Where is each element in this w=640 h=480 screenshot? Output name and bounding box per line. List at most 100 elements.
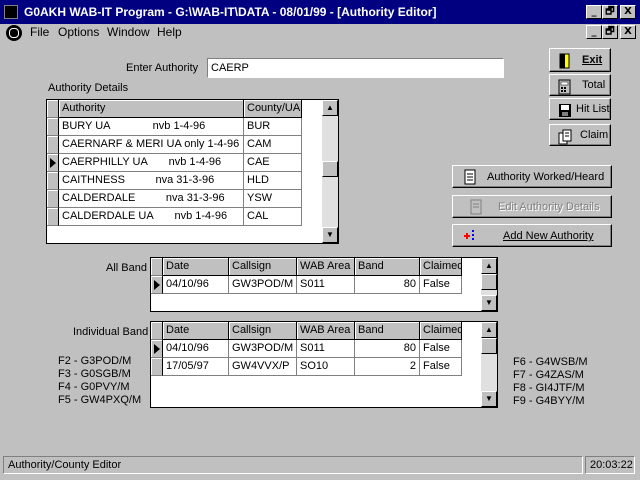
all-band-grid[interactable]: Date Callsign WAB Area Band Claimed 04/1…: [150, 257, 498, 312]
column-header-wab-area[interactable]: WAB Area: [297, 258, 355, 276]
column-header-wab-area[interactable]: WAB Area: [297, 322, 355, 340]
authority-cell[interactable]: CAERNARF & MERI UA only 1-4-96: [59, 136, 244, 154]
callsign-cell[interactable]: GW3POD/M: [229, 340, 297, 358]
claimed-cell[interactable]: False: [420, 340, 462, 358]
callsign-cell[interactable]: GW4VVX/P: [229, 358, 297, 376]
county-cell[interactable]: HLD: [244, 172, 302, 190]
edit-authority-button[interactable]: Edit Authority Details: [452, 195, 612, 218]
authority-worked-button[interactable]: Authority Worked/Heard: [452, 165, 612, 188]
current-row-arrow-icon: [50, 158, 56, 168]
column-header-date[interactable]: Date: [163, 258, 229, 276]
doc-restore-button[interactable]: 🗗: [602, 25, 618, 39]
floppy-disk-icon: [559, 104, 571, 117]
app-icon[interactable]: [4, 5, 18, 19]
current-row-arrow-icon: [154, 344, 160, 354]
column-header-callsign[interactable]: Callsign: [229, 322, 297, 340]
doc-minimize-button[interactable]: _: [586, 25, 602, 39]
individual-band-scrollbar[interactable]: ▲ ▼: [481, 322, 497, 407]
enter-authority-input[interactable]: [207, 58, 504, 78]
menu-help[interactable]: Help: [157, 25, 182, 39]
individual-band-grid[interactable]: Date Callsign WAB Area Band Claimed 04/1…: [150, 321, 498, 408]
callsign-cell[interactable]: GW3POD/M: [229, 276, 297, 294]
claimed-cell[interactable]: False: [420, 276, 462, 294]
restore-button[interactable]: 🗗: [602, 5, 618, 19]
authority-details-grid[interactable]: Authority County/UA BURY UA nvb 1-4-96 BU…: [46, 99, 339, 244]
globe-icon[interactable]: [6, 25, 22, 41]
wab-area-cell[interactable]: S011: [297, 276, 355, 294]
county-cell[interactable]: CAM: [244, 136, 302, 154]
row-indicator[interactable]: [151, 276, 163, 294]
column-header-date[interactable]: Date: [163, 322, 229, 340]
claim-button[interactable]: Claim: [549, 124, 611, 146]
row-indicator[interactable]: [47, 190, 59, 208]
column-header-band[interactable]: Band: [355, 322, 420, 340]
county-cell[interactable]: BUR: [244, 118, 302, 136]
column-header-claimed[interactable]: Claimed: [420, 322, 462, 340]
authority-cell[interactable]: BURY UA nvb 1-4-96: [59, 118, 244, 136]
date-cell[interactable]: 04/10/96: [163, 276, 229, 294]
authority-scrollbar[interactable]: ▲ ▼: [322, 100, 338, 243]
fkey-item: F9 - G4BYY/M: [513, 395, 585, 407]
scroll-down-button[interactable]: ▼: [481, 391, 497, 407]
row-indicator[interactable]: [47, 172, 59, 190]
calculator-icon: [558, 79, 571, 95]
close-button[interactable]: X: [620, 5, 636, 19]
scroll-up-button[interactable]: ▲: [322, 100, 338, 116]
row-indicator[interactable]: [47, 136, 59, 154]
date-cell[interactable]: 17/05/97: [163, 358, 229, 376]
scroll-thumb[interactable]: [481, 274, 497, 290]
wab-area-cell[interactable]: SO10: [297, 358, 355, 376]
authority-cell[interactable]: CAITHNESS nva 31-3-96: [59, 172, 244, 190]
scroll-up-button[interactable]: ▲: [481, 258, 497, 274]
column-header-authority[interactable]: Authority: [59, 100, 244, 118]
individual-band-label: Individual Band: [73, 326, 149, 338]
row-indicator[interactable]: [151, 358, 163, 376]
column-header-claimed[interactable]: Claimed: [420, 258, 462, 276]
claimed-cell[interactable]: False: [420, 358, 462, 376]
column-header-callsign[interactable]: Callsign: [229, 258, 297, 276]
menu-window[interactable]: Window: [107, 25, 150, 39]
fkey-list-left: F2 - G3POD/M F3 - G0SGB/M F4 - G0PVY/M F…: [58, 355, 141, 407]
scroll-down-button[interactable]: ▼: [481, 295, 497, 311]
column-header-band[interactable]: Band: [355, 258, 420, 276]
scroll-thumb[interactable]: [322, 161, 338, 177]
scroll-thumb[interactable]: [481, 338, 497, 354]
scroll-up-button[interactable]: ▲: [481, 322, 497, 338]
all-band-scrollbar[interactable]: ▲ ▼: [481, 258, 497, 311]
window-title: G0AKH WAB-IT Program - G:\WAB-IT\DATA - …: [24, 5, 437, 19]
document-icon: [464, 169, 476, 185]
authority-cell[interactable]: CALDERDALE nva 31-3-96: [59, 190, 244, 208]
title-bar[interactable]: G0AKH WAB-IT Program - G:\WAB-IT\DATA - …: [0, 0, 640, 24]
exit-button[interactable]: Exit: [549, 48, 611, 72]
authority-cell[interactable]: CALDERDALE UA nvb 1-4-96: [59, 208, 244, 226]
row-indicator[interactable]: [47, 154, 59, 172]
grid-corner: [151, 258, 163, 276]
edit-authority-label: Edit Authority Details: [498, 201, 600, 213]
column-header-county[interactable]: County/UA: [244, 100, 302, 118]
add-authority-button[interactable]: Add New Authority: [452, 224, 612, 247]
doc-close-button[interactable]: X: [620, 25, 636, 39]
authority-cell[interactable]: CAERPHILLY UA nvb 1-4-96: [59, 154, 244, 172]
total-button[interactable]: Total: [549, 74, 611, 96]
status-text: Authority/County Editor: [3, 456, 583, 474]
menu-file[interactable]: File: [30, 25, 49, 39]
edit-document-icon: [470, 199, 482, 215]
fkey-item: F5 - GW4PXQ/M: [58, 394, 142, 406]
county-cell[interactable]: CAE: [244, 154, 302, 172]
date-cell[interactable]: 04/10/96: [163, 340, 229, 358]
county-cell[interactable]: YSW: [244, 190, 302, 208]
wab-area-cell[interactable]: S011: [297, 340, 355, 358]
minimize-button[interactable]: _: [586, 5, 602, 19]
band-cell[interactable]: 80: [355, 340, 420, 358]
row-indicator[interactable]: [47, 208, 59, 226]
fkey-item: F8 - GI4JTF/M: [513, 382, 585, 394]
band-cell[interactable]: 2: [355, 358, 420, 376]
row-indicator[interactable]: [47, 118, 59, 136]
row-indicator[interactable]: [151, 340, 163, 358]
county-cell[interactable]: CAL: [244, 208, 302, 226]
menu-options[interactable]: Options: [58, 25, 99, 39]
band-cell[interactable]: 80: [355, 276, 420, 294]
hit-list-button[interactable]: Hit List: [549, 98, 611, 120]
scroll-down-button[interactable]: ▼: [322, 227, 338, 243]
add-icon: [464, 230, 474, 242]
